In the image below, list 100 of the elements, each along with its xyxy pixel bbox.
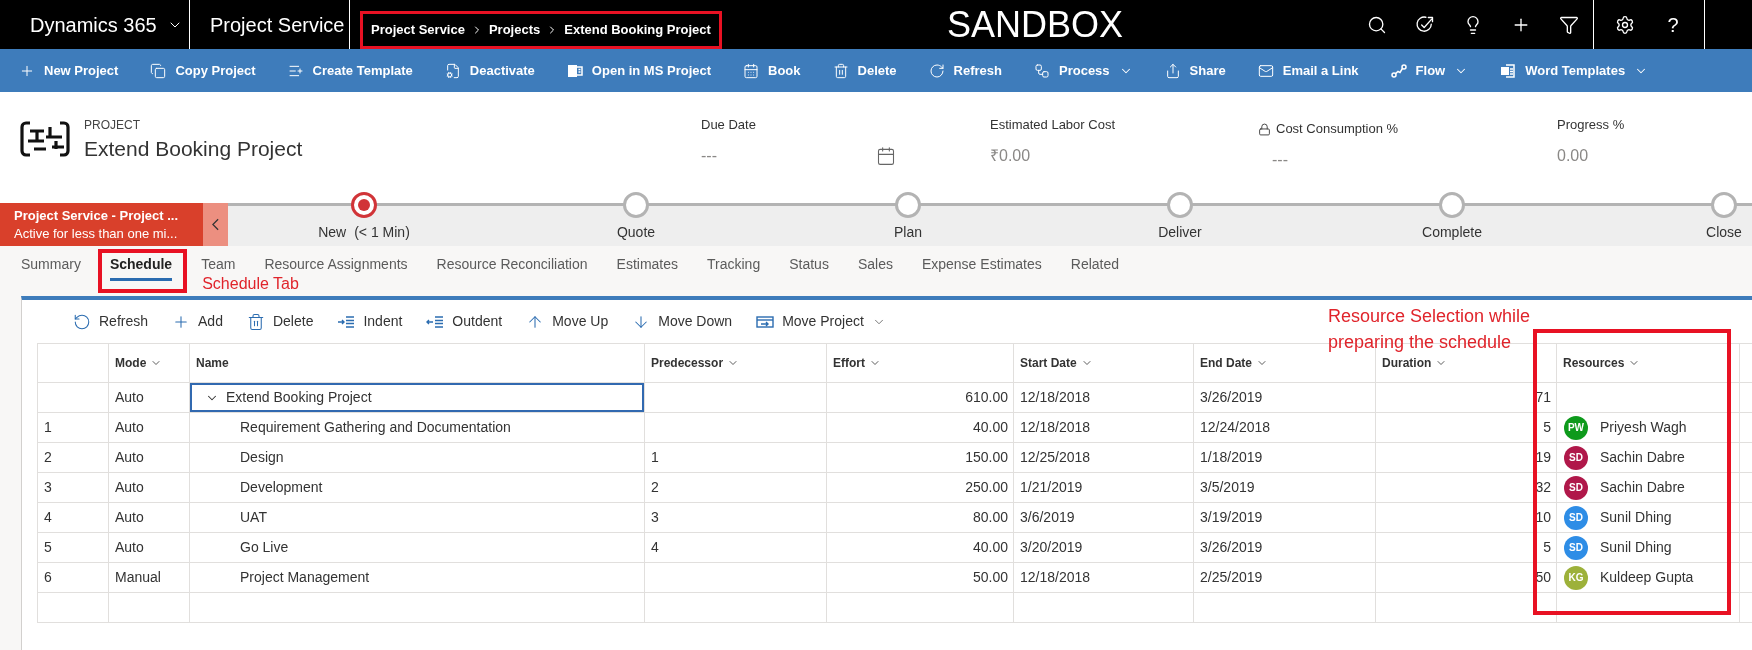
avatar: SD [1564, 445, 1588, 470]
table-cell: 3 [645, 503, 827, 533]
row-number: 4 [38, 503, 109, 533]
tab[interactable]: Sales [857, 255, 893, 281]
table-cell: 1/21/2019 [1014, 473, 1194, 503]
command-button[interactable]: Open in MS Project [550, 49, 728, 92]
stage-marker-icon[interactable] [351, 192, 377, 218]
command-button[interactable]: Copy Project [134, 49, 272, 92]
stage-duration: (< 1 Min) [354, 223, 410, 241]
column-header[interactable]: Predecessor [651, 354, 740, 372]
table-cell: 250.00 [827, 473, 1014, 503]
column-header[interactable]: Resources [1563, 354, 1641, 372]
toolbar-button[interactable]: Indent [325, 305, 415, 338]
table-cell: 3/5/2019 [1194, 473, 1376, 503]
row-number: 6 [38, 563, 109, 593]
field-value: 0.00 [1557, 146, 1589, 166]
resource-name: Sachin Dabre [1600, 448, 1685, 467]
tab[interactable]: Expense Estimates [921, 255, 1042, 281]
stage-label: Deliver [1158, 223, 1202, 241]
field-label: Cost Consumption % [1276, 120, 1399, 138]
table-cell: 5 [1376, 413, 1557, 443]
tab[interactable]: Status [789, 255, 829, 281]
command-button[interactable]: Share [1148, 49, 1242, 92]
resource-name: Priyesh Wagh [1600, 418, 1687, 437]
table-cell: 12/25/2018 [1014, 443, 1194, 473]
table-cell: Auto [109, 473, 190, 503]
name-cell[interactable]: Extend Booking Project [190, 383, 645, 413]
command-button[interactable]: Create Template [271, 49, 429, 92]
table-cell: Requirement Gathering and Documentation [190, 413, 645, 443]
table-cell: 1 [645, 443, 827, 473]
command-button[interactable]: New Project [3, 49, 135, 92]
table-cell: 2 [645, 473, 827, 503]
toolbar-button[interactable]: Move Project [744, 305, 898, 338]
field-value: --- [701, 146, 717, 166]
table-cell: Development [190, 473, 645, 503]
command-button[interactable]: Book [727, 49, 817, 92]
stage-marker-icon[interactable] [1711, 192, 1737, 218]
breadcrumb-link[interactable]: Extend Booking Project [564, 21, 711, 39]
table-cell: Auto [109, 413, 190, 443]
search-icon [1367, 14, 1387, 35]
row-number: 2 [38, 443, 109, 473]
annotation-text: Schedule Tab [202, 274, 299, 294]
stage-marker-icon[interactable] [623, 192, 649, 218]
stage-marker-icon[interactable] [1167, 192, 1193, 218]
active-stage-panel[interactable]: Project Service - Project ... Active for less than one mi... [0, 203, 203, 246]
command-button[interactable]: Word Templates [1484, 49, 1665, 92]
column-header[interactable]: Start Date [1020, 354, 1093, 372]
breadcrumb-link[interactable]: Projects [488, 21, 541, 39]
command-button[interactable]: Deactivate [428, 49, 551, 92]
column-header[interactable]: Name [196, 354, 229, 372]
tab[interactable]: Schedule [109, 255, 173, 281]
active-stage-title: Project Service - Project ... [14, 206, 180, 225]
settings-icon [1615, 14, 1635, 35]
toolbar-button[interactable]: Refresh [61, 305, 161, 338]
stage-marker-icon[interactable] [1439, 192, 1465, 218]
toolbar-button[interactable]: Add [160, 305, 235, 338]
active-stage-status: Active for less than one mi... [14, 224, 179, 243]
app-switcher-button[interactable]: Dynamics 365 [30, 12, 183, 37]
stage-label: Quote [616, 223, 656, 241]
command-button[interactable]: Process [1018, 49, 1149, 92]
table-cell: 3/26/2019 [1194, 383, 1376, 413]
entity-type-label: PROJECT [84, 117, 141, 133]
command-button[interactable]: Flow [1374, 49, 1485, 92]
command-button[interactable]: Refresh [912, 49, 1018, 92]
copy-icon [150, 62, 167, 79]
breadcrumb-link[interactable]: Project Service [371, 21, 465, 39]
stage-marker-icon[interactable] [895, 192, 921, 218]
table-cell: 5 [1376, 533, 1557, 563]
document-gear-icon [444, 62, 461, 79]
refresh-icon [73, 312, 91, 331]
tab[interactable]: Summary [21, 255, 81, 281]
tab[interactable]: Resource Reconciliation [436, 255, 588, 281]
toolbar-button[interactable]: Move Down [620, 305, 745, 338]
avatar: KG [1564, 565, 1588, 590]
tab[interactable]: Related [1070, 255, 1120, 281]
field-label: Estimated Labor Cost [990, 116, 1115, 134]
toolbar-button[interactable]: Delete [234, 305, 326, 338]
table-cell: 150.00 [827, 443, 1014, 473]
command-button[interactable]: Delete [816, 49, 913, 92]
help-button[interactable]: ? [1649, 0, 1697, 49]
tab[interactable]: Tracking [707, 255, 761, 281]
avatar: SD [1564, 505, 1588, 530]
column-header[interactable]: Duration [1382, 354, 1448, 372]
calendar-icon[interactable] [876, 146, 896, 166]
table-cell: 19 [1376, 443, 1557, 473]
table-cell: Auto [109, 443, 190, 473]
stage-label: Plan [894, 223, 922, 241]
row-number: 3 [38, 473, 109, 503]
field-label: Due Date [701, 116, 756, 134]
column-header[interactable]: Effort [833, 354, 881, 372]
column-header[interactable]: End Date [1200, 354, 1268, 372]
toolbar-button[interactable]: Outdent [414, 305, 515, 338]
table-cell: 12/18/2018 [1014, 383, 1194, 413]
toolbar-button[interactable]: Move Up [514, 305, 621, 338]
app-area-title: Project Service [210, 12, 345, 37]
table-cell: 50 [1376, 563, 1557, 593]
column-header[interactable]: Mode [115, 354, 163, 372]
tab[interactable]: Estimates [616, 255, 678, 281]
table-cell: 610.00 [827, 383, 1014, 413]
command-button[interactable]: Email a Link [1241, 49, 1375, 92]
